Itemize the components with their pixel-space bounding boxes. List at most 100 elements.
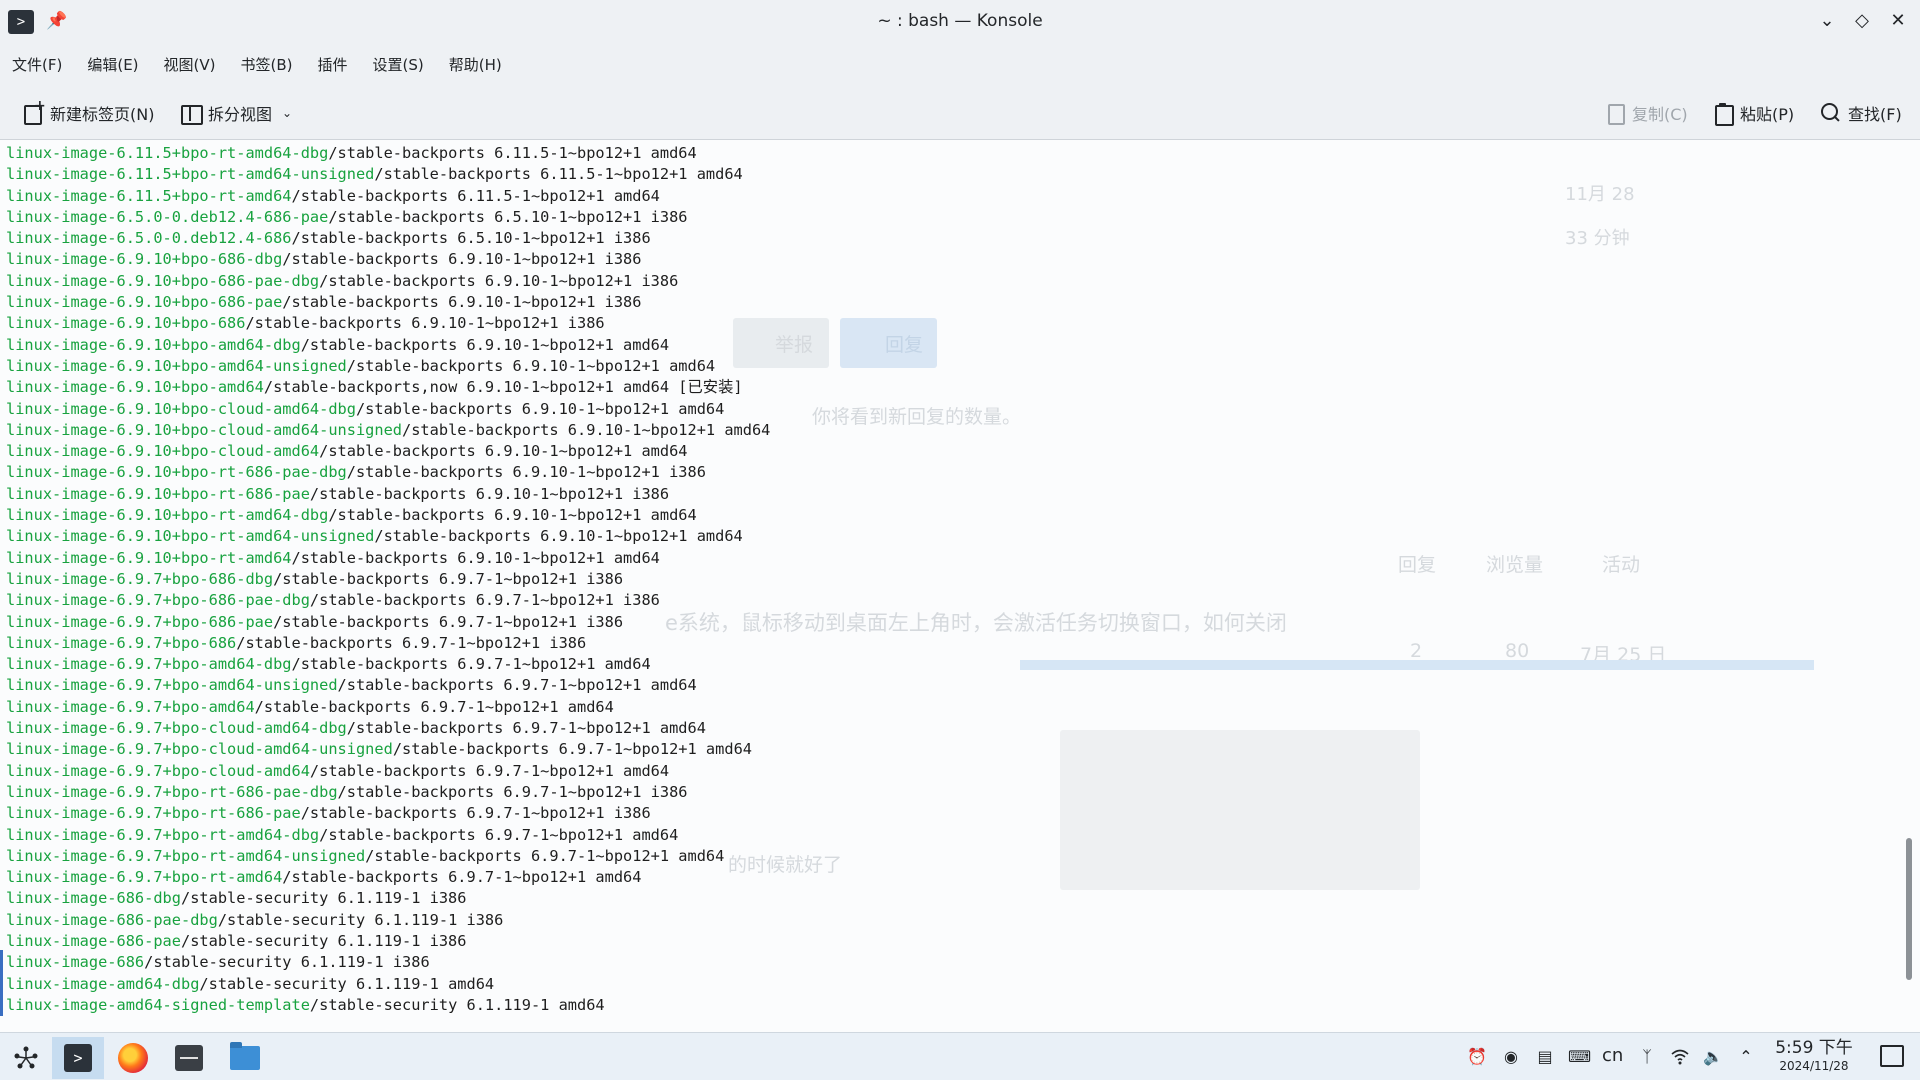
keyboard-icon[interactable]: ⌨ — [1568, 1047, 1591, 1067]
package-name: linux-image-6.11.5+bpo-rt-amd64-unsigned — [6, 165, 375, 184]
package-details: /stable-backports 6.9.7-1~bpo12+1 amd64 — [365, 846, 725, 865]
split-view-label: 拆分视图 — [208, 105, 273, 124]
show-desktop-button[interactable] — [1880, 1045, 1904, 1067]
menu-edit[interactable]: 编辑(E) — [87, 54, 138, 75]
folder-icon — [230, 1042, 260, 1070]
wifi-icon[interactable] — [1670, 1047, 1690, 1067]
menu-bookmarks[interactable]: 书签(B) — [241, 54, 293, 75]
package-details: /stable-backports 6.11.5-1~bpo12+1 amd64 — [291, 186, 660, 205]
terminal-line: linux-image-6.9.7+bpo-amd64/stable-backp… — [6, 697, 770, 718]
package-name: linux-image-6.9.7+bpo-cloud-amd64 — [6, 761, 310, 780]
find-button[interactable]: 查找(F) — [1820, 100, 1902, 126]
copy-button[interactable]: 复制(C) — [1604, 100, 1688, 126]
new-tab-label: 新建标签页(N) — [50, 105, 155, 124]
application-launcher[interactable] — [0, 1037, 52, 1079]
close-icon[interactable]: ✕ — [1885, 8, 1911, 34]
ghost-date: 11月 28 — [1565, 184, 1635, 205]
ghost-notice: 你将看到新回复的数量。 — [812, 406, 1022, 428]
terminal-view[interactable]: 11月 28 33 分钟 举报 回复 你将看到新回复的数量。 回复 浏览量 活动… — [0, 140, 1920, 1032]
ghost-minutes: 33 分钟 — [1565, 228, 1630, 249]
terminal-line: linux-image-6.11.5+bpo-rt-amd64/stable-b… — [6, 186, 770, 207]
package-details: /stable-backports 6.9.7-1~bpo12+1 i386 — [273, 612, 624, 631]
menu-help[interactable]: 帮助(H) — [449, 54, 502, 75]
scrollbar-thumb[interactable] — [1906, 838, 1912, 980]
package-details: /stable-backports 6.9.7-1~bpo12+1 i386 — [309, 591, 660, 610]
paste-button[interactable]: 粘贴(P) — [1712, 100, 1794, 126]
package-name: linux-image-686 — [6, 953, 145, 972]
terminal-line: linux-image-6.9.10+bpo-686-pae/stable-ba… — [6, 292, 770, 313]
clock-time: 5:59 下午 — [1775, 1038, 1853, 1058]
selection-marker — [0, 950, 3, 1016]
taskbar-firefox[interactable] — [107, 1037, 159, 1079]
input-method-indicator[interactable]: cn — [1602, 1045, 1623, 1066]
package-name: linux-image-686-pae — [6, 931, 181, 950]
terminal-line: linux-image-686-pae/stable-security 6.1.… — [6, 931, 770, 952]
package-details: /stable-backports 6.9.7-1~bpo12+1 amd64 — [309, 761, 670, 780]
package-details: /stable-security 6.1.119-1 amd64 — [309, 995, 605, 1014]
menu-file[interactable]: 文件(F) — [12, 54, 62, 75]
package-name: linux-image-6.9.7+bpo-rt-686-pae — [6, 804, 301, 823]
package-details: /stable-backports 6.9.7-1~bpo12+1 i386 — [337, 782, 688, 801]
ghost-report: 举报 — [775, 334, 814, 356]
package-details: /stable-backports 6.9.7-1~bpo12+1 amd64 — [282, 868, 642, 887]
ghost-col-views: 浏览量 — [1486, 554, 1544, 576]
package-details: /stable-security 6.1.119-1 i386 — [180, 931, 467, 950]
search-icon — [1820, 102, 1842, 124]
package-name: linux-image-6.9.10+bpo-cloud-amd64-dbg — [6, 399, 356, 418]
package-details: /stable-backports 6.9.7-1~bpo12+1 i386 — [236, 633, 587, 652]
package-details: /stable-backports 6.9.10-1~bpo12+1 i386 — [282, 250, 642, 269]
package-details: /stable-backports 6.9.10-1~bpo12+1 i386 — [319, 271, 679, 290]
chevron-up-icon[interactable]: ⌃ — [1736, 1047, 1756, 1067]
menu-view[interactable]: 视图(V) — [164, 54, 216, 75]
package-name: linux-image-686-pae-dbg — [6, 910, 218, 929]
vpn-icon[interactable]: ◉ — [1501, 1047, 1521, 1067]
terminal-line: linux-image-6.11.5+bpo-rt-amd64-unsigned… — [6, 164, 770, 185]
package-name: linux-image-6.9.7+bpo-amd64 — [6, 697, 255, 716]
minimize-icon[interactable]: ⌄ — [1814, 8, 1840, 34]
package-name: linux-image-6.9.10+bpo-cloud-amd64-unsig… — [6, 420, 403, 439]
menu-plugins[interactable]: 插件 — [318, 54, 348, 75]
package-name: linux-image-6.9.10+bpo-rt-amd64-dbg — [6, 506, 329, 525]
bluetooth-icon[interactable]: ᛉ — [1637, 1047, 1657, 1067]
package-details: /stable-backports 6.9.10-1~bpo12+1 amd64 — [374, 527, 743, 546]
ghost-col-activity: 活动 — [1602, 554, 1641, 576]
split-view-button[interactable]: 拆分视图 ⌄ — [180, 100, 292, 126]
terminal-line: linux-image-6.9.7+bpo-686/stable-backpor… — [6, 633, 770, 654]
volume-icon[interactable]: 🔈 — [1703, 1047, 1723, 1067]
package-details: /stable-backports 6.9.10-1~bpo12+1 amd64 — [328, 506, 697, 525]
terminal-line: linux-image-6.11.5+bpo-rt-amd64-dbg/stab… — [6, 143, 770, 164]
terminal-line: linux-image-6.5.0-0.deb12.4-686/stable-b… — [6, 228, 770, 249]
clipboard-icon[interactable]: ▤ — [1535, 1047, 1555, 1067]
package-name: linux-image-amd64-dbg — [6, 974, 200, 993]
ghost-reply: 回复 — [885, 334, 924, 356]
package-name: linux-image-6.9.10+bpo-amd64-dbg — [6, 335, 301, 354]
package-details: /stable-security 6.1.119-1 i386 — [180, 889, 467, 908]
ghost-col-reply: 回复 — [1398, 554, 1437, 576]
terminal-line: linux-image-6.9.10+bpo-amd64/stable-back… — [6, 377, 770, 398]
clock-date: 2024/11/28 — [1779, 1059, 1849, 1073]
notifications-icon[interactable]: ⏰ — [1467, 1047, 1487, 1067]
package-name: linux-image-6.9.10+bpo-amd64 — [6, 378, 264, 397]
package-name: linux-image-6.11.5+bpo-rt-amd64 — [6, 186, 292, 205]
package-details: /stable-backports 6.9.10-1~bpo12+1 amd64 — [319, 442, 688, 461]
new-tab-icon — [22, 98, 46, 125]
clock[interactable]: 5:59 下午 2024/11/28 — [1773, 1038, 1855, 1074]
package-name: linux-image-6.11.5+bpo-rt-amd64-dbg — [6, 144, 329, 162]
package-name: linux-image-6.9.7+bpo-rt-686-pae-dbg — [6, 782, 338, 801]
terminal-line: linux-image-6.9.10+bpo-cloud-amd64/stabl… — [6, 441, 770, 462]
taskbar-system-monitor[interactable] — [163, 1037, 215, 1079]
firefox-icon — [118, 1043, 148, 1073]
menu-settings[interactable]: 设置(S) — [373, 54, 424, 75]
taskbar-konsole[interactable]: > — [52, 1037, 104, 1079]
terminal-line: linux-image-6.9.7+bpo-rt-amd64-unsigned/… — [6, 846, 770, 867]
taskbar-files[interactable] — [219, 1037, 271, 1079]
package-details: /stable-backports 6.5.10-1~bpo12+1 i386 — [328, 207, 688, 226]
terminal-line: linux-image-686-dbg/stable-security 6.1.… — [6, 888, 770, 909]
system-monitor-icon — [175, 1045, 203, 1071]
maximize-icon[interactable]: ◇ — [1849, 8, 1875, 34]
chevron-down-icon[interactable]: ⌄ — [282, 106, 292, 120]
terminal-line: linux-image-6.9.10+bpo-cloud-amd64-unsig… — [6, 420, 770, 441]
package-name: linux-image-6.9.7+bpo-cloud-amd64-dbg — [6, 719, 347, 738]
scrollbar[interactable] — [1906, 290, 1912, 1030]
new-tab-button[interactable]: 新建标签页(N) — [22, 98, 155, 126]
